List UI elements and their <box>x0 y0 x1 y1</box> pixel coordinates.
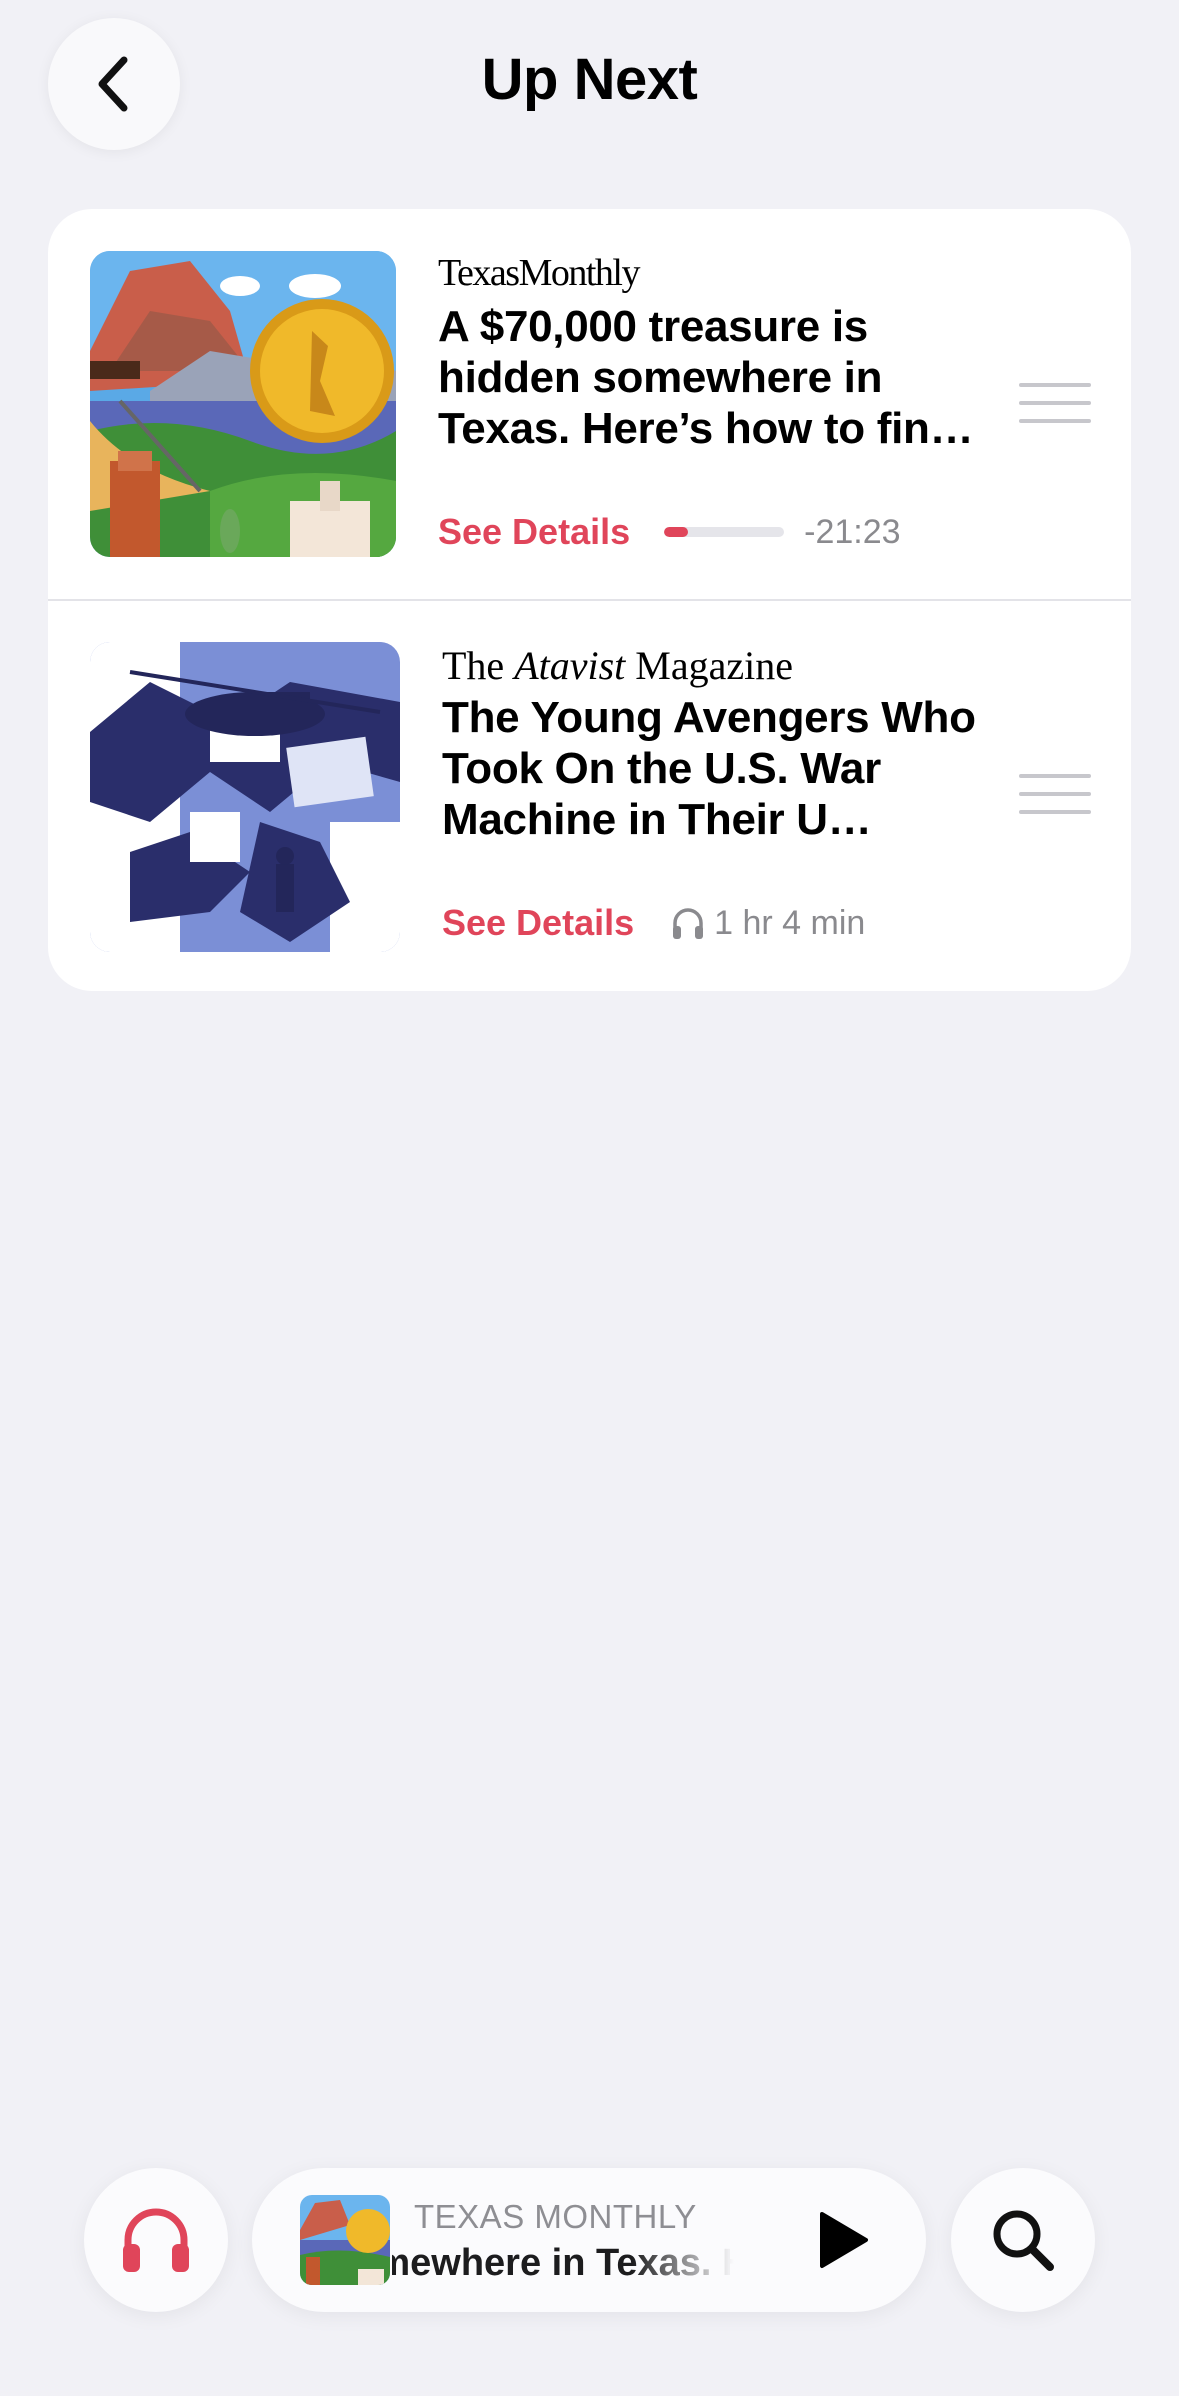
headphones-icon <box>673 908 704 939</box>
episode-artwork <box>90 251 396 557</box>
play-button[interactable] <box>812 2210 872 2270</box>
play-icon <box>820 2212 868 2268</box>
mini-player[interactable]: TEXAS MONTHLY somewhere in Texas. Here’s… <box>252 2168 926 2312</box>
duration: 1 hr 4 min <box>670 904 865 943</box>
see-details-button[interactable]: See Details <box>442 902 634 944</box>
episode-meta: See Details 1 hr 4 min <box>442 898 865 948</box>
progress-fill <box>664 527 689 537</box>
header: Up Next <box>0 0 1179 170</box>
list-item[interactable]: The Atavist Magazine The Young Avengers … <box>48 600 1131 991</box>
episode-title: A $70,000 treasure is hidden somewhere i… <box>438 302 974 453</box>
listen-button[interactable] <box>84 2168 228 2312</box>
publisher-logo: TexasMonthly <box>438 252 640 294</box>
up-next-list: TexasMonthly A $70,000 treasure is hidde… <box>48 209 1131 991</box>
page-title: Up Next <box>481 47 698 112</box>
see-details-button[interactable]: See Details <box>438 511 630 553</box>
reorder-handle-icon[interactable] <box>1019 383 1091 423</box>
mini-player-artwork <box>300 2195 390 2285</box>
search-icon <box>993 2210 1054 2271</box>
publisher-logo: The Atavist Magazine <box>442 643 793 688</box>
reorder-handle-icon[interactable] <box>1019 774 1091 814</box>
episode-artwork <box>90 642 400 952</box>
search-button[interactable] <box>951 2168 1095 2312</box>
time-remaining: -21:23 <box>804 512 901 551</box>
headphones-icon <box>123 2208 189 2272</box>
mini-player-title: somewhere in Texas. Here’s how to find i… <box>392 2242 734 2284</box>
episode-meta: See Details -21:23 <box>438 507 901 557</box>
mini-player-publisher: TEXAS MONTHLY <box>414 2198 697 2235</box>
mini-player-title-wrap: somewhere in Texas. Here’s how to find i… <box>392 2242 734 2288</box>
list-item[interactable]: TexasMonthly A $70,000 treasure is hidde… <box>48 209 1131 600</box>
progress-bar <box>664 527 785 537</box>
episode-title: The Young Avengers Who Took On the U.S. … <box>442 693 976 844</box>
